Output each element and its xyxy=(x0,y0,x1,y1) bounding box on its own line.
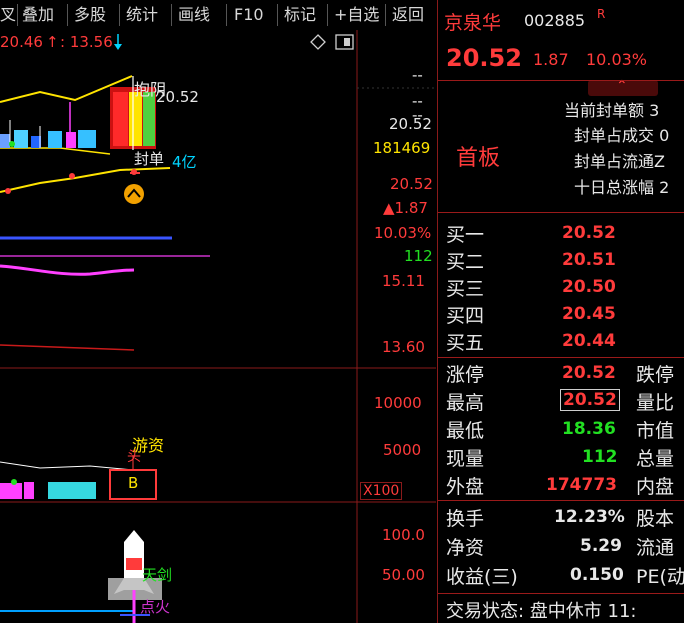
bid-price: 20.52 xyxy=(562,223,616,243)
axis-change-up: ▲1.87 xyxy=(383,199,428,217)
axis-price-close: 20.52 xyxy=(390,175,433,193)
bid-label: 买二 xyxy=(446,251,485,273)
stock-name: 京泉华 xyxy=(444,12,502,34)
label-buy-signal: B xyxy=(128,474,139,492)
board-label: 首板 xyxy=(456,146,501,171)
trade-status: 交易状态: 盘中休市 11: xyxy=(446,601,637,622)
stock-code: 002885 xyxy=(524,11,586,30)
stats-right-label: 跌停 xyxy=(636,364,675,386)
fund-value: 12.23% xyxy=(554,507,625,527)
stock-badge: R xyxy=(597,7,606,21)
bid-label: 买三 xyxy=(446,278,485,300)
diamond-icon xyxy=(310,34,326,50)
stats-label: 最低 xyxy=(446,420,485,442)
axis-change-pct: 10.03% xyxy=(374,224,432,242)
fund-label: 收益(三) xyxy=(446,566,518,588)
label-dianhuo: 点火 xyxy=(140,598,171,616)
stock-price: 20.52 xyxy=(446,44,522,72)
stats-right-label: 量比 xyxy=(636,392,675,414)
top-info-price: 20.46 xyxy=(0,33,43,51)
stats-value: 20.52 xyxy=(562,363,616,383)
menu-item-back[interactable]: 返回 xyxy=(392,3,424,27)
bid-price: 20.44 xyxy=(562,331,616,351)
bid-label: 买五 xyxy=(446,332,485,354)
label-price-near: 20.52 xyxy=(156,88,199,106)
stats-label: 外盘 xyxy=(446,476,485,498)
menu-item-0[interactable]: 叉 xyxy=(0,3,16,27)
axis-vol-10000: 10000 xyxy=(374,394,422,412)
menu-item-mark[interactable]: 标记 xyxy=(284,3,316,27)
axis-volume-now: 181469 xyxy=(373,139,431,157)
stats-right-label: 内盘 xyxy=(636,476,675,498)
stats-right-label: 总量 xyxy=(636,448,675,470)
seal-float-label: 封单占流通Z xyxy=(574,152,665,171)
chart-svg xyxy=(0,30,436,623)
axis-vol-x100: X100 xyxy=(360,482,403,500)
label-seal-amount: 4亿 xyxy=(172,153,197,171)
axis-dash-1: -- xyxy=(412,66,423,84)
fund-right-label: PE(动 xyxy=(636,566,684,588)
stats-value: 18.36 xyxy=(562,419,616,439)
bid-price: 20.50 xyxy=(562,277,616,297)
fund-value: 0.150 xyxy=(570,565,624,585)
fund-label: 净资 xyxy=(446,537,485,559)
menu-item-multi-stock[interactable]: 多股 xyxy=(74,3,106,27)
seal-turnover-label: 封单占成交 0 xyxy=(574,126,670,145)
chart-menu-bar: 叉 叠加 多股 统计 画线 F10 标记 +自选 返回 xyxy=(0,0,436,30)
collapse-toggle[interactable]: ⌃ xyxy=(588,78,658,96)
stats-label: 涨停 xyxy=(446,364,485,386)
fund-right-label: 股本 xyxy=(636,508,675,530)
stats-right-label: 市值 xyxy=(636,420,675,442)
axis-price-current: 20.52 xyxy=(389,115,432,133)
menu-item-statistics[interactable]: 统计 xyxy=(126,3,158,27)
menu-item-add-favorite[interactable]: +自选 xyxy=(334,3,379,27)
label-seal: 封单 xyxy=(134,150,165,168)
stats-value: 174773 xyxy=(546,475,617,495)
axis-vol-small: 112 xyxy=(404,247,433,265)
fund-label: 换手 xyxy=(446,508,485,530)
axis-low-line: 13.60 xyxy=(382,338,425,356)
seal-amount-label: 当前封单额 3 xyxy=(564,101,660,120)
bid-label: 买一 xyxy=(446,224,485,246)
stats-value: 112 xyxy=(582,447,618,467)
fund-value: 5.29 xyxy=(580,536,622,556)
axis-ind-100: 100.0 xyxy=(382,526,425,544)
stock-change-pct: 10.03% xyxy=(586,50,648,69)
quote-panel: 京泉华 002885 R 20.52 1.87 10.03% ⌃ 首板 当前封单… xyxy=(437,0,684,623)
label-tianjian: 天剑 xyxy=(142,566,173,584)
axis-vol-5000: 5000 xyxy=(383,441,422,459)
ten-day-gain-label: 十日总涨幅 2 xyxy=(574,178,670,197)
stats-label: 最高 xyxy=(446,392,485,414)
menu-item-f10[interactable]: F10 xyxy=(234,3,264,27)
stats-value-boxed[interactable]: 20.52 xyxy=(560,389,620,411)
menu-item-overlay[interactable]: 叠加 xyxy=(22,3,54,27)
stock-change: 1.87 xyxy=(533,50,569,69)
fund-right-label: 流通 xyxy=(636,537,675,559)
kline-chart-area[interactable]: 20.46 ↑ : 13.56 抱阴 20.52 封单 4亿 游资 头 B 天剑… xyxy=(0,30,436,623)
menu-item-draw-line[interactable]: 画线 xyxy=(178,3,210,27)
bid-price: 20.45 xyxy=(562,304,616,324)
bid-price: 20.51 xyxy=(562,250,616,270)
bid-label: 买四 xyxy=(446,305,485,327)
axis-ind-50: 50.00 xyxy=(382,566,425,584)
stats-label: 现量 xyxy=(446,448,485,470)
axis-high-line: 15.11 xyxy=(382,272,425,290)
top-info-low: : 13.56 xyxy=(60,33,113,51)
